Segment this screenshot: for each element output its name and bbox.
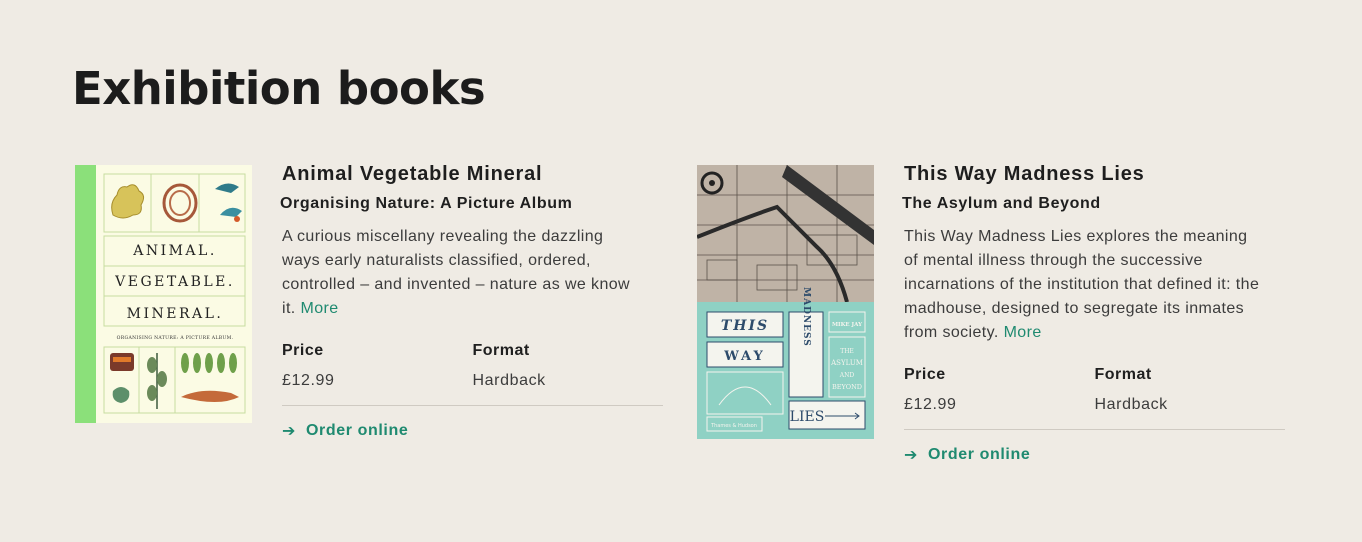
cover-line-vegetable: VEGETABLE. <box>114 274 235 290</box>
page-title: Exhibition books <box>72 62 486 115</box>
price-value: £12.99 <box>282 372 335 389</box>
book-description-text: This Way Madness Lies explores the meani… <box>904 228 1260 341</box>
cover-line-mineral: MINERAL. <box>127 306 224 322</box>
order-online-link[interactable]: ➔ Order online <box>904 445 1285 465</box>
cover-word-lies: LIES <box>790 409 825 425</box>
price-label: Price <box>904 366 946 383</box>
cover-word-this: THIS <box>721 318 769 334</box>
price-value: £12.99 <box>904 396 957 413</box>
more-link[interactable]: More <box>301 300 339 317</box>
divider <box>904 429 1285 430</box>
book-description: A curious miscellany revealing the dazzl… <box>282 225 644 321</box>
book-specs: Price £12.99 Format Hardback <box>904 365 1285 415</box>
book-info: This Way Madness Lies The Asylum and Bey… <box>902 163 1285 465</box>
arrow-right-icon: ➔ <box>904 447 919 464</box>
divider <box>282 405 663 406</box>
cover-sub-beyond: BEYOND <box>832 383 862 391</box>
price-spec: Price £12.99 <box>904 365 1095 415</box>
book-description: This Way Madness Lies explores the meani… <box>904 225 1266 345</box>
order-online-label: Order online <box>306 422 409 439</box>
book-title[interactable]: This Way Madness Lies <box>904 163 1285 185</box>
cover-sub-asylum: ASYLUM <box>830 359 863 367</box>
cover-tagline: ORGANISING NATURE: A PICTURE ALBUM. <box>117 335 234 341</box>
order-online-label: Order online <box>928 446 1031 463</box>
format-label: Format <box>472 342 530 359</box>
cover-author: MIKE JAY <box>832 322 862 328</box>
format-label: Format <box>1094 366 1152 383</box>
cover-sub-and: AND <box>839 372 855 379</box>
format-value: Hardback <box>1094 396 1168 413</box>
book-cover-image[interactable]: ANIMAL. VEGETABLE. MINERAL. ORGANISING N… <box>75 165 252 423</box>
book-info: Animal Vegetable Mineral Organising Natu… <box>280 163 663 441</box>
price-spec: Price £12.99 <box>282 341 473 391</box>
format-spec: Format Hardback <box>1095 365 1286 415</box>
cover-publisher: Thames & Hudson <box>710 423 757 429</box>
book-subtitle: Organising Nature: A Picture Album <box>280 195 573 212</box>
order-online-link[interactable]: ➔ Order online <box>282 421 663 441</box>
book-cover-image[interactable]: THIS WAY Thames & Hudson MADNESS LIES MI… <box>697 165 874 439</box>
cover-word-madness: MADNESS <box>801 287 811 347</box>
cover-sub-the: THE <box>840 348 854 355</box>
cover-word-way: WAY <box>723 349 766 364</box>
format-spec: Format Hardback <box>473 341 664 391</box>
arrow-right-icon: ➔ <box>282 423 297 440</box>
format-value: Hardback <box>472 372 546 389</box>
book-subtitle: The Asylum and Beyond <box>902 195 1101 212</box>
cover-line-animal: ANIMAL. <box>132 243 217 259</box>
book-title[interactable]: Animal Vegetable Mineral <box>282 163 663 185</box>
book-specs: Price £12.99 Format Hardback <box>282 341 663 391</box>
more-link[interactable]: More <box>1004 324 1042 341</box>
price-label: Price <box>282 342 324 359</box>
